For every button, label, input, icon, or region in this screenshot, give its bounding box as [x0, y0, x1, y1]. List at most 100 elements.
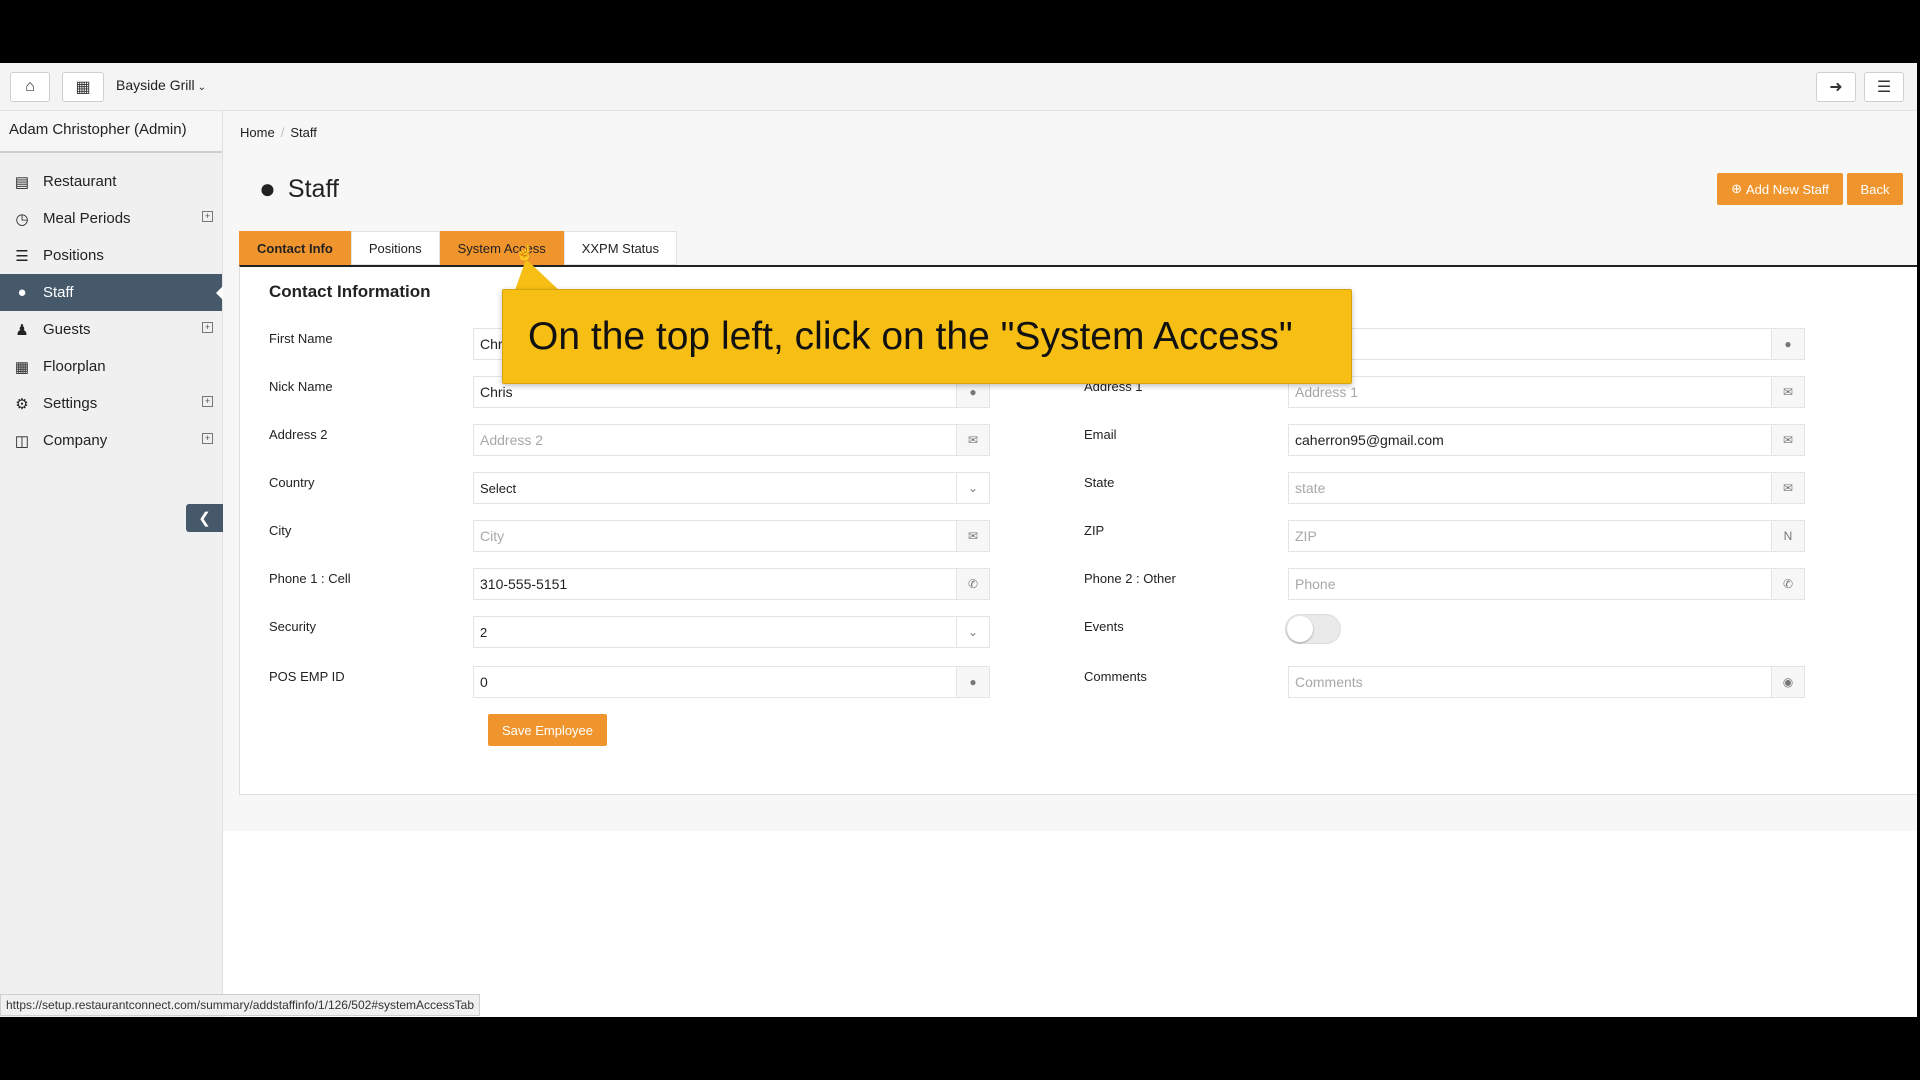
venue-switch-button[interactable]: ▦	[62, 72, 104, 102]
city-label: City	[269, 523, 292, 538]
last-name-field[interactable]: ●	[1288, 328, 1805, 360]
address-2-placeholder: Address 2	[480, 432, 544, 448]
home-button[interactable]: ⌂	[10, 72, 50, 102]
first-name-label: First Name	[269, 331, 333, 346]
address-1-placeholder: Address 1	[1295, 384, 1359, 400]
sidebar-item-label: Guests	[43, 321, 91, 338]
email-field[interactable]: caherron95@gmail.com ✉	[1288, 424, 1805, 456]
sidebar-item-restaurant[interactable]: ▤ Restaurant	[0, 163, 222, 200]
comments-label: Comments	[1084, 669, 1147, 684]
sidebar: Adam Christopher (Admin) ▤ Restaurant ◷ …	[0, 111, 223, 1017]
phone-2-field[interactable]: Phone ✆	[1288, 568, 1805, 600]
breadcrumb-home[interactable]: Home	[240, 125, 275, 140]
sidebar-item-guests[interactable]: ♟ Guests +	[0, 311, 222, 348]
comments-field[interactable]: Comments ◉	[1288, 666, 1805, 698]
page-title-text: Staff	[287, 174, 339, 203]
nick-name-value: Chris	[480, 384, 513, 400]
chevron-down-icon: ⌄	[956, 617, 989, 647]
sidebar-item-label: Settings	[43, 395, 98, 412]
country-label: Country	[269, 475, 315, 490]
envelope-icon: ✉	[1771, 473, 1804, 503]
current-user: Adam Christopher (Admin)	[0, 111, 222, 153]
sidebar-item-settings[interactable]: ⚙ Settings +	[0, 385, 222, 422]
building-icon: ▦	[75, 79, 91, 96]
building-icon: ◫	[14, 432, 30, 450]
user-icon: ●	[17, 284, 27, 301]
users-icon: ♟	[15, 321, 29, 339]
sidebar-item-floorplan[interactable]: ▦ Floorplan	[0, 348, 222, 385]
city-placeholder: City	[480, 528, 505, 544]
page-title: ● Staff	[259, 173, 339, 205]
chevron-down-icon: ⌄	[197, 82, 206, 93]
user-icon: ●	[259, 173, 276, 204]
main-content: Home / Staff ● Staff ⊕ Add New Staff Back C…	[223, 111, 1917, 831]
toggle-knob	[1287, 616, 1313, 642]
envelope-icon: ✉	[1771, 425, 1804, 455]
events-toggle[interactable]	[1285, 614, 1341, 644]
envelope-icon: ✉	[956, 425, 989, 455]
tab-bar: Contact Info Positions System Access XXP…	[239, 231, 678, 265]
list-icon: ☰	[15, 247, 29, 265]
tab-label: XXPM Status	[581, 240, 660, 256]
menu-button[interactable]: ☰	[1864, 72, 1904, 102]
sidebar-collapse-button[interactable]: ❮	[186, 504, 223, 532]
sidebar-item-label: Positions	[43, 247, 104, 264]
expand-icon[interactable]: +	[202, 322, 213, 333]
app-window: ⌂ ▦ Bayside Grill ⌄ ➜ ☰ Adam Christopher …	[0, 63, 1917, 1017]
breadcrumb: Home / Staff	[240, 125, 317, 140]
address-2-field[interactable]: Address 2 ✉	[473, 424, 990, 456]
expand-icon[interactable]: +	[202, 396, 213, 407]
section-title: Contact Information	[269, 282, 431, 301]
chevron-down-icon: ⌄	[956, 473, 989, 503]
zip-field[interactable]: ZIP N	[1288, 520, 1805, 552]
phone-icon: ✆	[956, 569, 989, 599]
address-2-label: Address 2	[269, 427, 328, 442]
sidebar-item-company[interactable]: ◫ Company +	[0, 422, 222, 459]
sidebar-item-label: Restaurant	[43, 173, 117, 190]
list-alt-icon: ▤	[14, 173, 30, 191]
logout-button[interactable]: ➜	[1816, 72, 1856, 102]
th-large-icon: ▦	[14, 358, 30, 376]
sign-out-icon: ➜	[1829, 79, 1843, 96]
tutorial-callout: On the top left, click on the "System Ac…	[502, 289, 1352, 384]
state-field[interactable]: state ✉	[1288, 472, 1805, 504]
pos-emp-id-label: POS EMP ID	[269, 669, 345, 684]
country-select[interactable]: Select ⌄	[473, 472, 990, 504]
security-label: Security	[269, 619, 316, 634]
phone-icon: ✆	[1771, 569, 1804, 599]
user-icon: ●	[1771, 329, 1804, 359]
address-1-field[interactable]: Address 1 ✉	[1288, 376, 1805, 408]
pos-emp-id-value: 0	[480, 674, 488, 690]
city-field[interactable]: City ✉	[473, 520, 990, 552]
top-bar: ⌂ ▦ Bayside Grill ⌄ ➜ ☰	[0, 63, 1917, 111]
breadcrumb-current: Staff	[290, 125, 317, 140]
pos-emp-id-field[interactable]: 0 ●	[473, 666, 990, 698]
nick-name-label: Nick Name	[269, 379, 333, 394]
back-button[interactable]: Back	[1847, 173, 1903, 205]
user-icon: ●	[956, 667, 989, 697]
save-employee-button[interactable]: Save Employee	[488, 714, 607, 746]
security-select[interactable]: 2 ⌄	[473, 616, 990, 648]
breadcrumb-separator: /	[280, 125, 285, 140]
venue-dropdown[interactable]: Bayside Grill ⌄	[116, 77, 206, 93]
back-label: Back	[1860, 181, 1890, 197]
sidebar-item-positions[interactable]: ☰ Positions	[0, 237, 222, 274]
hamburger-icon: ☰	[1876, 79, 1892, 96]
email-label: Email	[1084, 427, 1117, 442]
tab-xxpm-status[interactable]: XXPM Status	[563, 231, 678, 265]
expand-icon[interactable]: +	[202, 433, 213, 444]
add-new-staff-button[interactable]: ⊕ Add New Staff	[1717, 173, 1843, 205]
comment-icon: ◉	[1771, 667, 1804, 697]
country-value: Select	[480, 480, 517, 496]
phone-2-label: Phone 2 : Other	[1084, 571, 1176, 586]
tab-positions[interactable]: Positions	[350, 231, 440, 265]
phone-1-field[interactable]: 310-555-5151 ✆	[473, 568, 990, 600]
clock-icon: ◷	[15, 210, 29, 228]
browser-status-url: https://setup.restaurantconnect.com/summ…	[0, 994, 481, 1016]
expand-icon[interactable]: +	[202, 211, 213, 222]
tab-label: Positions	[368, 240, 422, 256]
sidebar-item-meal-periods[interactable]: ◷ Meal Periods +	[0, 200, 222, 237]
sidebar-item-staff[interactable]: ● Staff	[0, 274, 223, 311]
tab-contact-info[interactable]: Contact Info	[239, 231, 351, 265]
callout-pointer	[514, 259, 562, 293]
